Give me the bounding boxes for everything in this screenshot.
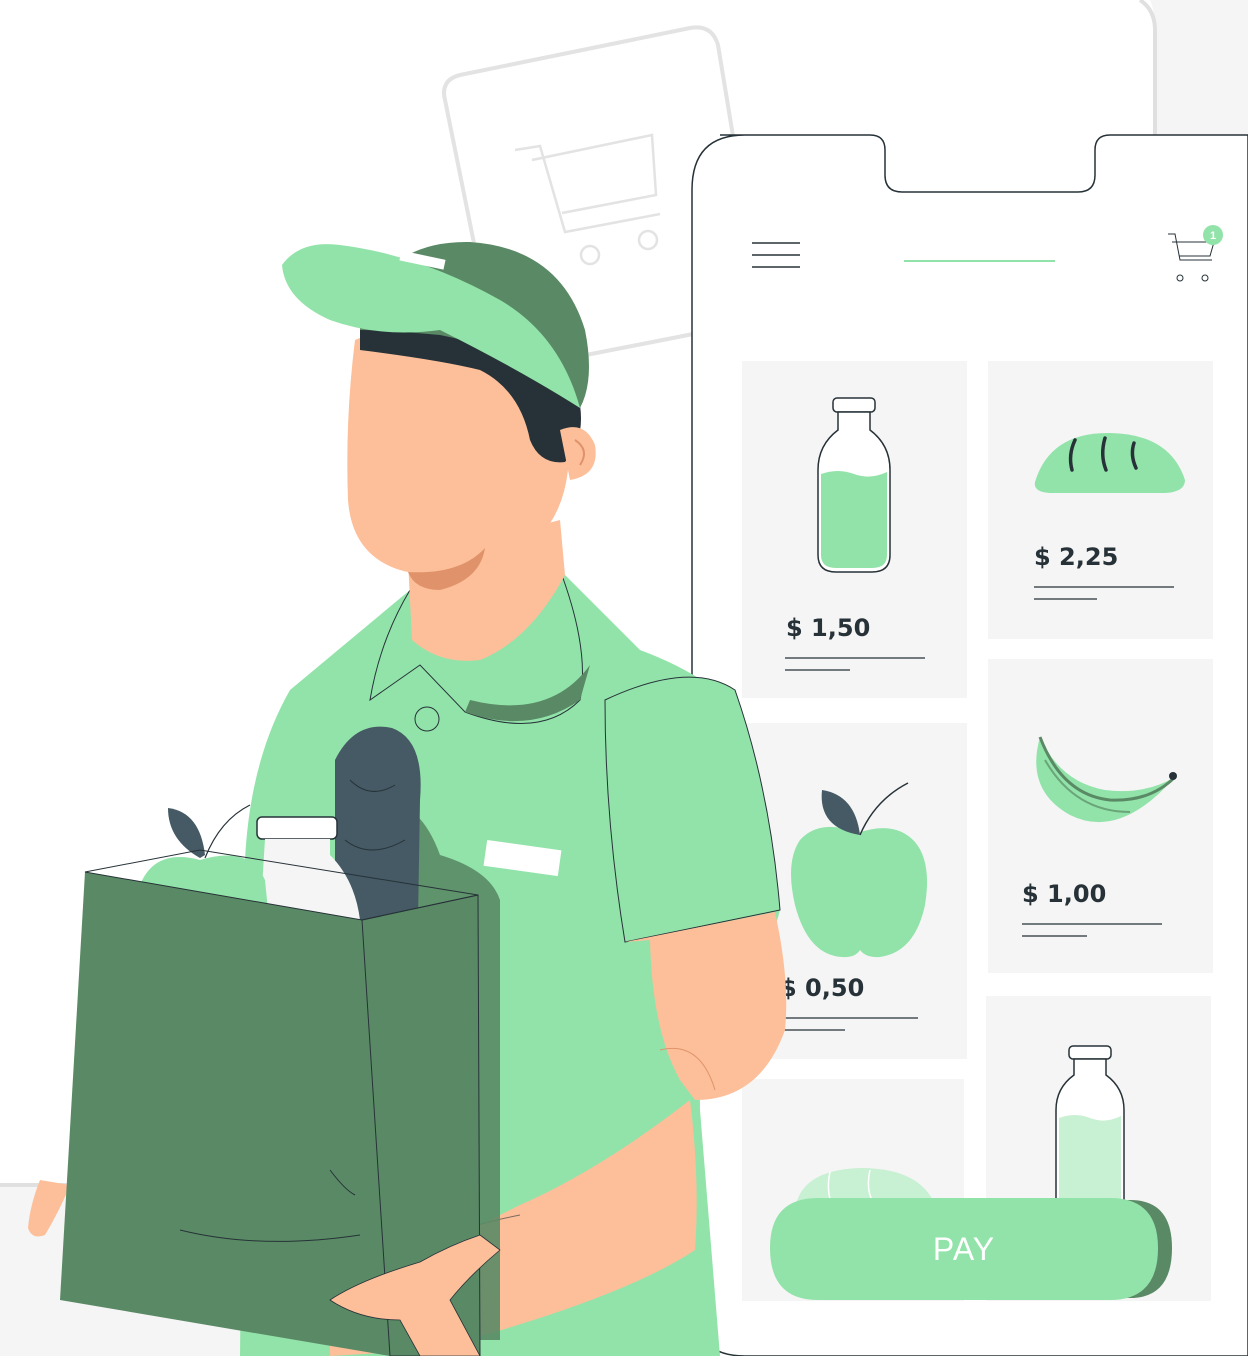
product-price: $ 1,00	[1022, 880, 1106, 908]
cart-badge-count: 1	[1210, 230, 1216, 242]
background-panel	[1120, 0, 1248, 140]
pay-button[interactable]: PAY	[770, 1198, 1172, 1300]
product-card-bread[interactable]: $ 2,25	[988, 361, 1213, 639]
illustration-stage: 1 $ 1,50 $ 2,25 $ 0,50 $ 1,00 PAY	[0, 0, 1248, 1356]
product-price: $ 1,50	[786, 614, 870, 642]
bag-front	[60, 872, 390, 1356]
product-card-banana[interactable]: $ 1,00	[988, 659, 1213, 973]
shirt-button	[414, 706, 440, 732]
product-card-milk[interactable]: $ 1,50	[742, 361, 967, 698]
product-price: $ 2,25	[1034, 543, 1118, 571]
product-price: $ 0,50	[780, 974, 864, 1002]
delivery-illustration: 1 $ 1,50 $ 2,25 $ 0,50 $ 1,00 PAY	[0, 0, 1248, 1356]
pay-button-label: PAY	[933, 1231, 995, 1267]
